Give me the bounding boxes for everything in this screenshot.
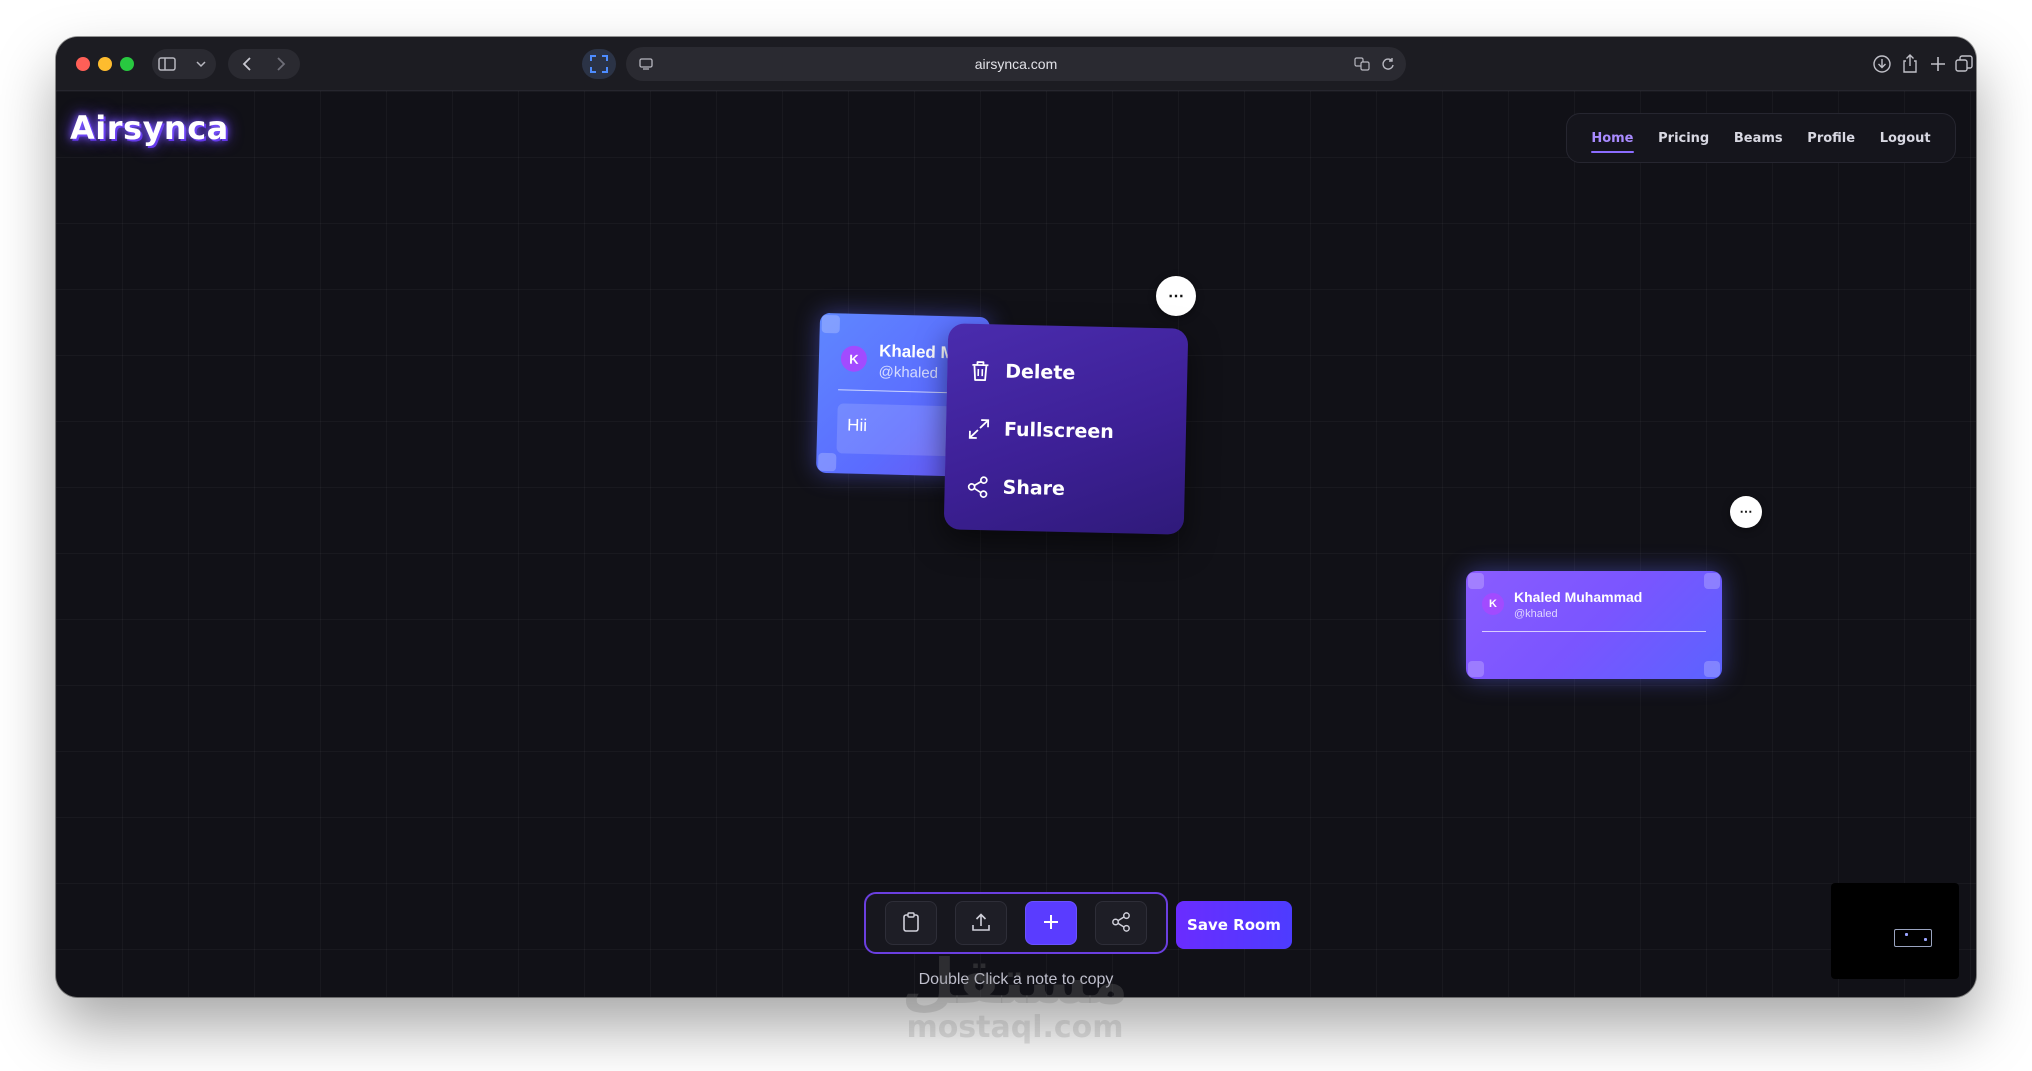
menu-item-share[interactable]: Share — [966, 458, 1163, 520]
tab-overview-icon[interactable] — [1954, 54, 1974, 74]
add-note-button[interactable] — [1025, 901, 1077, 945]
menu-item-label: Fullscreen — [1003, 418, 1115, 444]
reload-icon[interactable] — [1378, 54, 1398, 74]
zoom-window-button[interactable] — [120, 57, 134, 71]
share-icon — [1111, 911, 1131, 935]
sidebar-icon — [157, 54, 177, 74]
note-author-name: Khaled M — [878, 341, 955, 363]
note-author-handle: @khaled — [878, 363, 939, 382]
focus-frame-icon — [589, 54, 609, 74]
expand-icon — [968, 418, 990, 440]
minimap-note-marker — [1905, 933, 1908, 936]
menu-item-label: Share — [1002, 476, 1066, 500]
share-sheet-icon[interactable] — [1900, 54, 1920, 74]
resize-handle[interactable] — [817, 452, 837, 472]
note-card[interactable]: K Khaled Muhammad @khaled — [1466, 571, 1722, 679]
note-more-button[interactable]: ⋯ — [1730, 496, 1762, 528]
share-icon — [966, 476, 988, 498]
note-author-handle: @khaled — [1514, 608, 1558, 620]
translate-icon[interactable] — [1352, 54, 1372, 74]
sidebar-toggle-group[interactable] — [152, 49, 216, 79]
new-tab-icon[interactable] — [1928, 54, 1948, 74]
focus-mode-button[interactable] — [582, 49, 616, 79]
upload-icon — [971, 912, 991, 935]
note-divider — [1482, 631, 1706, 632]
clipboard-icon — [902, 911, 920, 935]
chevron-down-icon — [191, 54, 211, 74]
resize-handle[interactable] — [1468, 661, 1484, 677]
screenshot-stage: airsynca.com Airsynca Home Pricing Beams… — [0, 0, 2032, 1071]
nav-beams[interactable]: Beams — [1734, 131, 1783, 146]
menu-item-label: Delete — [1005, 360, 1076, 385]
minimize-window-button[interactable] — [98, 57, 112, 71]
note-author-name: Khaled Muhammad — [1514, 589, 1643, 605]
resize-handle[interactable] — [1468, 573, 1484, 589]
forward-arrow-icon[interactable] — [271, 54, 291, 74]
trash-icon — [969, 360, 991, 382]
share-room-button[interactable] — [1095, 901, 1147, 945]
watermark-arabic: مستقل — [901, 945, 1129, 1018]
nav-profile[interactable]: Profile — [1807, 131, 1855, 146]
note-more-button[interactable]: ⋯ — [1156, 276, 1196, 316]
back-arrow-icon[interactable] — [237, 54, 257, 74]
top-navigation: Home Pricing Beams Profile Logout — [1566, 113, 1956, 163]
nav-home[interactable]: Home — [1591, 131, 1634, 153]
menu-item-delete[interactable]: Delete — [969, 342, 1166, 404]
address-bar[interactable]: airsynca.com — [626, 47, 1406, 81]
plus-icon — [1042, 913, 1060, 934]
resize-handle[interactable] — [1704, 661, 1720, 677]
url-text: airsynca.com — [974, 56, 1058, 72]
brand-logo[interactable]: Airsynca — [70, 109, 229, 147]
whiteboard-canvas[interactable]: Airsynca Home Pricing Beams Profile Logo… — [56, 91, 1976, 997]
resize-handle[interactable] — [1704, 573, 1720, 589]
minimap-note-marker — [1924, 938, 1927, 941]
upload-button[interactable] — [955, 901, 1007, 945]
watermark-latin: mostaql.com — [906, 1010, 1124, 1045]
browser-toolbar: airsynca.com — [56, 37, 1976, 91]
avatar: K — [1482, 593, 1504, 615]
nav-logout[interactable]: Logout — [1880, 131, 1931, 146]
menu-item-fullscreen[interactable]: Fullscreen — [967, 400, 1164, 462]
nav-pricing[interactable]: Pricing — [1658, 131, 1709, 146]
downloads-icon[interactable] — [1872, 54, 1892, 74]
minimap[interactable] — [1831, 883, 1959, 979]
close-window-button[interactable] — [76, 57, 90, 71]
save-room-button[interactable]: Save Room — [1176, 901, 1292, 949]
paste-button[interactable] — [885, 901, 937, 945]
note-context-menu: Delete Fullscreen Share — [943, 323, 1189, 535]
avatar: K — [840, 345, 868, 373]
resize-handle[interactable] — [821, 314, 841, 334]
browser-window: airsynca.com Airsynca Home Pricing Beams… — [56, 37, 1976, 997]
history-nav-group — [228, 49, 300, 79]
